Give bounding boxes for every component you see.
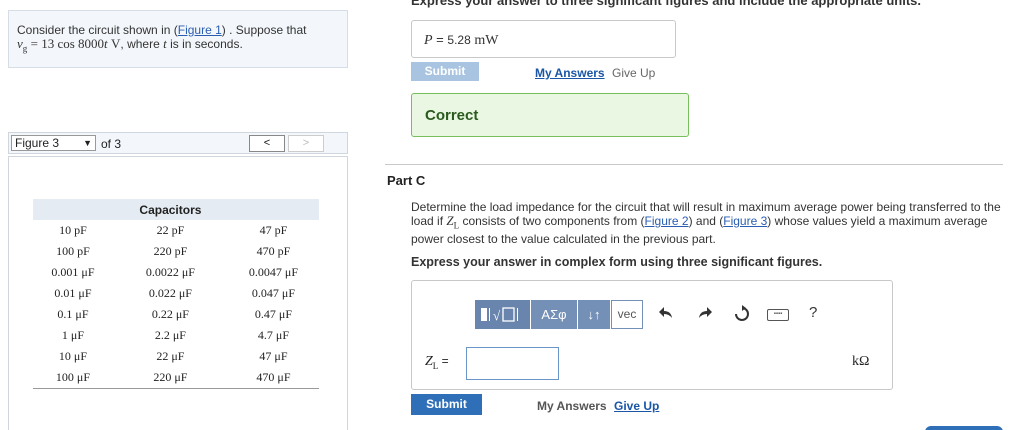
answer-editor: √ ΑΣφ ↓↑ vec ▪▪▪▪ ? ZL = kΩ [411, 280, 893, 390]
redo-icon[interactable] [697, 304, 713, 327]
answer-label-eq: = [438, 354, 449, 368]
table-cell: 0.001 μF [51, 265, 95, 279]
zl-answer-input[interactable] [466, 347, 559, 380]
continue-button[interactable] [925, 426, 1003, 430]
part-b-my-answers-link[interactable]: My Answers [535, 66, 605, 80]
problem-text: Consider the circuit shown in ( [17, 23, 178, 37]
table-cell: 100 pF [56, 244, 90, 258]
table-cell: 2.2 μF [154, 328, 186, 342]
answer-value: 5.28 [447, 33, 471, 47]
part-b-instruction: Express your answer to three significant… [411, 0, 921, 8]
table-cell: 10 pF [59, 223, 87, 237]
previous-figure-button[interactable]: < [249, 135, 285, 152]
figure-select-dropdown[interactable]: Figure 3 ▼ [11, 135, 96, 151]
vg-expression: = 13 cos 8000 [30, 36, 105, 51]
section-divider [385, 164, 1003, 165]
table-cell: 22 pF [156, 223, 185, 237]
correct-feedback: Correct [411, 93, 689, 137]
table-row: 0.001 μF 0.0022 μF 0.0047 μF [33, 262, 319, 283]
answer-variable: P [424, 33, 433, 48]
table-cell: 0.047 μF [251, 286, 296, 300]
table-cell: 10 μF [58, 349, 88, 363]
part-c-instruction: Express your answer in complex form usin… [411, 255, 823, 269]
figure-panel: Capacitors 10 pF 22 pF 47 pF 100 pF 220 … [8, 156, 348, 430]
table-cell: 470 μF [227, 367, 319, 389]
table-cell: 0.0047 μF [248, 265, 299, 279]
problem-text: is in seconds. [170, 37, 243, 51]
table-row: 10 μF 22 μF 47 μF [33, 346, 319, 367]
figure-select-value: Figure 3 [15, 136, 60, 150]
table-cell: 220 μF [112, 367, 228, 389]
answer-unit: mW [474, 33, 499, 48]
table-header: Capacitors [112, 199, 228, 220]
capacitor-table: Capacitors 10 pF 22 pF 47 pF 100 pF 220 … [33, 199, 319, 389]
table-cell: 47 pF [259, 223, 288, 237]
table-row: 1 μF 2.2 μF 4.7 μF [33, 325, 319, 346]
table-cell: 0.01 μF [54, 286, 92, 300]
answer-equals: = [432, 32, 448, 47]
t-var: t [163, 36, 167, 51]
table-cell: 4.7 μF [257, 328, 290, 342]
table-cell: 100 μF [33, 367, 113, 389]
table-row: 0.1 μF 0.22 μF 0.47 μF [33, 304, 319, 325]
dropdown-arrow-icon: ▼ [83, 138, 92, 148]
vector-button[interactable]: vec [611, 300, 643, 329]
figure-3-link[interactable]: Figure 3 [723, 214, 767, 228]
table-cell: 220 pF [153, 244, 188, 258]
help-icon[interactable]: ? [809, 304, 817, 321]
figure-2-link[interactable]: Figure 2 [645, 214, 689, 228]
part-b-give-up-link: Give Up [612, 66, 656, 80]
t-var: t [104, 36, 108, 51]
zl-sub: L [453, 220, 460, 231]
table-cell: 470 pF [256, 244, 291, 258]
table-cell: 0.1 μF [57, 307, 89, 321]
table-row: 100 μF 220 μF 470 μF [33, 367, 319, 389]
vg-unit: V [111, 36, 121, 51]
table-row: 10 pF 22 pF 47 pF [33, 220, 319, 241]
table-cell: 1 μF [61, 328, 85, 342]
table-cell: 22 μF [156, 349, 185, 363]
table-header-blank [33, 199, 113, 220]
capacitor-table-body: 10 pF 22 pF 47 pF 100 pF 220 pF 470 pF 0… [33, 220, 319, 389]
svg-text:√: √ [493, 308, 501, 323]
keyboard-icon[interactable]: ▪▪▪▪ [767, 309, 789, 321]
arrows-button[interactable]: ↓↑ [578, 300, 610, 329]
next-figure-button[interactable]: > [288, 135, 324, 152]
part-c-submit-button[interactable]: Submit [411, 394, 482, 415]
desc-text: ) and ( [688, 214, 724, 228]
part-c-give-up-link[interactable]: Give Up [614, 399, 659, 413]
problem-statement: Consider the circuit shown in (Figure 1)… [8, 10, 348, 68]
table-header-blank [227, 199, 319, 220]
table-cell: 0.0022 μF [145, 265, 195, 279]
reset-icon[interactable] [733, 304, 751, 329]
templates-button[interactable]: √ [475, 300, 530, 329]
answer-unit-label: kΩ [852, 354, 870, 369]
part-b-submit-button[interactable]: Submit [411, 62, 479, 81]
table-cell: 0.022 μF [148, 286, 192, 300]
greek-symbols-button[interactable]: ΑΣφ [531, 300, 577, 329]
table-row: 100 pF 220 pF 470 pF [33, 241, 319, 262]
desc-text: consists of two components from ( [462, 214, 645, 228]
answer-label-var: Z [425, 354, 433, 369]
undo-icon[interactable] [658, 304, 674, 327]
table-cell: 0.47 μF [254, 307, 293, 321]
part-c-my-answers-label: My Answers [537, 399, 607, 413]
zl-var: Z [446, 213, 454, 228]
problem-text: , where [120, 37, 160, 51]
figure-1-link[interactable]: Figure 1 [178, 23, 222, 37]
part-c-title: Part C [387, 173, 426, 188]
table-cell: 47 μF [259, 349, 288, 363]
part-c-description: Determine the load impedance for the cir… [411, 200, 1003, 246]
table-row: 0.01 μF 0.022 μF 0.047 μF [33, 283, 319, 304]
vg-sub: g [22, 43, 28, 54]
figure-count: of 3 [101, 137, 122, 151]
templates-icon: √ [481, 307, 518, 323]
figure-navigation-bar: Figure 3 ▼ of 3 < > [8, 132, 348, 154]
table-cell: 0.22 μF [151, 307, 189, 321]
part-b-answer-box: P = 5.28 mW [411, 20, 676, 58]
problem-text: ) . Suppose that [221, 23, 307, 37]
answer-label: ZL = [425, 354, 449, 371]
